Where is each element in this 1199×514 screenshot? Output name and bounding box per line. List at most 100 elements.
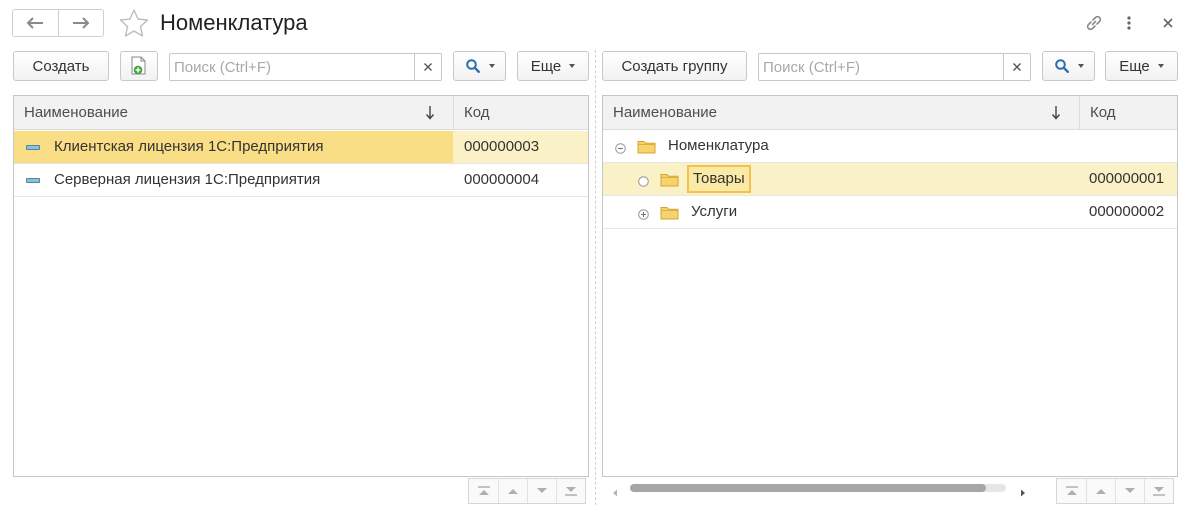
scroll-thumb[interactable] bbox=[630, 484, 986, 492]
leaf-node-marker bbox=[638, 174, 649, 191]
item-icon bbox=[26, 145, 40, 150]
left-more-label: Еще bbox=[530, 57, 562, 75]
chevron-down-icon bbox=[1157, 64, 1164, 68]
right-search-clear-button[interactable] bbox=[1003, 54, 1030, 80]
column-header-code[interactable]: Код bbox=[454, 96, 588, 130]
left-search-clear-button[interactable] bbox=[414, 54, 441, 80]
chevron-down-icon bbox=[569, 64, 576, 68]
tree-node-label: Услуги bbox=[691, 203, 738, 220]
plus-circle-icon bbox=[638, 209, 649, 220]
left-scroll-nav bbox=[468, 478, 586, 504]
search-icon bbox=[1054, 59, 1069, 73]
right-search-input[interactable] bbox=[759, 54, 1003, 80]
tree-row[interactable]: Услуги 000000002 bbox=[603, 196, 1177, 229]
scroll-down-button[interactable] bbox=[527, 479, 556, 503]
tree-node-code: 000000001 bbox=[1089, 170, 1165, 187]
scroll-first-icon bbox=[477, 486, 490, 495]
link-icon bbox=[1086, 15, 1102, 31]
column-header-code-label: Код bbox=[1090, 104, 1116, 121]
scroll-bottom-button[interactable] bbox=[1144, 479, 1173, 503]
right-search-field bbox=[758, 53, 1031, 81]
item-code: 000000003 bbox=[464, 138, 540, 155]
star-icon bbox=[119, 9, 149, 37]
clear-icon bbox=[424, 63, 432, 71]
arrow-left-icon bbox=[27, 17, 44, 29]
items-table[interactable]: Наименование Код Клиентская лицензия 1С:… bbox=[13, 95, 589, 477]
scroll-down-icon bbox=[537, 488, 547, 493]
expand-node-button[interactable] bbox=[638, 207, 649, 224]
scroll-top-button[interactable] bbox=[1057, 479, 1086, 503]
right-more-button[interactable]: Еще bbox=[1105, 51, 1178, 81]
right-search-options-button[interactable] bbox=[1042, 51, 1095, 81]
arrow-right-icon bbox=[72, 17, 90, 29]
chevron-down-icon bbox=[488, 64, 495, 68]
groups-tree-header: Наименование Код bbox=[603, 96, 1177, 130]
close-button[interactable] bbox=[1158, 12, 1178, 34]
chevron-down-icon bbox=[1077, 64, 1084, 68]
folder-icon bbox=[637, 139, 656, 158]
item-code: 000000004 bbox=[464, 171, 540, 188]
scroll-first-icon bbox=[1065, 486, 1078, 495]
tree-node-label: Товары bbox=[687, 165, 751, 193]
create-group-label: Создать группу bbox=[621, 57, 728, 75]
collapse-node-button[interactable] bbox=[615, 141, 626, 158]
favorite-button[interactable] bbox=[118, 8, 150, 42]
close-icon bbox=[1163, 18, 1173, 28]
column-header-name-label: Наименование bbox=[24, 104, 128, 121]
scroll-track[interactable] bbox=[630, 484, 1006, 492]
scroll-up-icon bbox=[508, 489, 518, 494]
right-more-label: Еще bbox=[1119, 57, 1150, 75]
create-from-copy-button[interactable] bbox=[120, 51, 158, 81]
column-header-code[interactable]: Код bbox=[1080, 96, 1177, 130]
scroll-left-arrow-icon[interactable] bbox=[612, 484, 618, 501]
scroll-last-icon bbox=[1153, 487, 1165, 496]
table-row[interactable]: Серверная лицензия 1С:Предприятия 000000… bbox=[14, 164, 588, 197]
column-header-code-label: Код bbox=[464, 104, 490, 121]
folder-icon bbox=[660, 205, 679, 224]
scroll-last-icon bbox=[565, 487, 577, 496]
left-search-input[interactable] bbox=[170, 54, 414, 80]
items-table-header: Наименование Код bbox=[14, 96, 588, 130]
table-row[interactable]: Клиентская лицензия 1С:Предприятия 00000… bbox=[14, 131, 588, 164]
folder-icon bbox=[660, 172, 679, 191]
tree-row[interactable]: Товары 000000001 bbox=[603, 163, 1177, 196]
left-search-options-button[interactable] bbox=[453, 51, 506, 81]
create-button-label: Создать bbox=[32, 57, 90, 75]
left-more-button[interactable]: Еще bbox=[517, 51, 589, 81]
more-actions-button[interactable] bbox=[1119, 12, 1139, 34]
sort-desc-icon bbox=[1051, 105, 1061, 125]
tree-row-root[interactable]: Номенклатура bbox=[603, 130, 1177, 163]
sort-desc-icon bbox=[425, 105, 435, 125]
column-header-name[interactable]: Наименование bbox=[14, 96, 453, 130]
scroll-bottom-button[interactable] bbox=[556, 479, 585, 503]
scroll-up-button[interactable] bbox=[1086, 479, 1115, 503]
panel-splitter[interactable] bbox=[595, 50, 596, 505]
link-button[interactable] bbox=[1082, 12, 1106, 34]
circle-icon bbox=[638, 176, 649, 187]
tree-node-code: 000000002 bbox=[1089, 203, 1165, 220]
horizontal-scrollbar[interactable] bbox=[612, 483, 1028, 497]
forward-button[interactable] bbox=[57, 10, 103, 36]
groups-tree[interactable]: Наименование Код Номенклатура Товары 000… bbox=[602, 95, 1178, 477]
history-nav bbox=[12, 9, 104, 37]
column-header-name[interactable]: Наименование bbox=[603, 96, 1079, 130]
scroll-down-button[interactable] bbox=[1115, 479, 1144, 503]
tree-root-label: Номенклатура bbox=[668, 137, 769, 154]
item-name: Серверная лицензия 1С:Предприятия bbox=[54, 171, 321, 188]
more-vertical-icon bbox=[1127, 16, 1131, 30]
item-name: Клиентская лицензия 1С:Предприятия bbox=[54, 138, 324, 155]
create-group-button[interactable]: Создать группу bbox=[602, 51, 747, 81]
left-search-field bbox=[169, 53, 442, 81]
scroll-right-arrow-icon[interactable] bbox=[1020, 484, 1026, 501]
create-button[interactable]: Создать bbox=[13, 51, 109, 81]
back-button[interactable] bbox=[13, 10, 58, 36]
search-icon bbox=[465, 59, 480, 73]
scroll-down-icon bbox=[1125, 488, 1135, 493]
column-header-name-label: Наименование bbox=[613, 104, 717, 121]
add-document-icon bbox=[131, 56, 146, 75]
scroll-up-icon bbox=[1096, 489, 1106, 494]
scroll-top-button[interactable] bbox=[469, 479, 498, 503]
minus-circle-icon bbox=[615, 143, 626, 154]
scroll-up-button[interactable] bbox=[498, 479, 527, 503]
page-title: Номенклатура bbox=[160, 10, 308, 35]
